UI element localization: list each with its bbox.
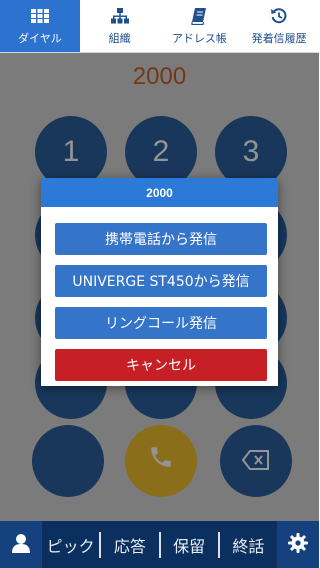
tab-organization[interactable]: 組織: [80, 0, 160, 52]
tab-dial[interactable]: ダイヤル: [0, 0, 80, 52]
divider: [99, 531, 102, 558]
address-book-icon: [191, 6, 207, 26]
tab-call-history-label: 発着信履歴: [251, 32, 307, 45]
divider: [217, 531, 220, 558]
tab-dial-label: ダイヤル: [18, 32, 62, 45]
settings-button[interactable]: [277, 521, 319, 568]
cancel-button[interactable]: キャンセル: [55, 349, 267, 381]
ring-call-button[interactable]: リングコール発信: [55, 307, 267, 339]
tab-organization-label: 組織: [108, 32, 131, 45]
tab-address-book[interactable]: アドレス帳: [160, 0, 240, 52]
dialog-title: 2000: [41, 178, 278, 207]
keypad-grid-icon: [30, 6, 49, 26]
org-chart-icon: [110, 6, 129, 26]
tab-call-history[interactable]: 発着信履歴: [239, 0, 319, 52]
hold-button[interactable]: 保留: [161, 521, 218, 568]
hangup-button[interactable]: 終話: [220, 521, 277, 568]
user-button[interactable]: [0, 521, 42, 568]
tab-address-book-label: アドレス帳: [171, 32, 227, 45]
pickup-button[interactable]: ピック: [42, 521, 99, 568]
call-history-icon: [270, 6, 288, 26]
call-from-mobile-button[interactable]: 携帯電話から発信: [55, 223, 267, 255]
divider: [158, 531, 161, 558]
top-tab-bar: ダイヤル 組織 アドレス帳 発着信履歴: [0, 0, 319, 53]
gear-icon: [288, 532, 308, 557]
call-method-dialog: 2000 携帯電話から発信 UNIVERGE ST450から発信 リングコール発…: [41, 178, 278, 386]
answer-button[interactable]: 応答: [101, 521, 158, 568]
bottom-action-bar: ピック 応答 保留 終話: [0, 521, 319, 568]
user-icon: [12, 533, 30, 557]
call-from-st450-button[interactable]: UNIVERGE ST450から発信: [55, 265, 267, 297]
